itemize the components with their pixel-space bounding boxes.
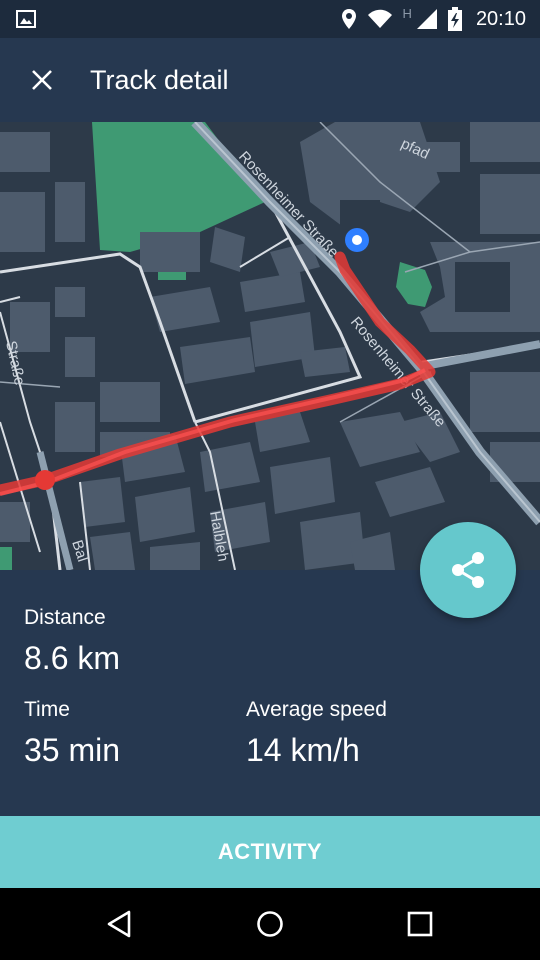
share-button[interactable] bbox=[420, 522, 516, 618]
time-value: 35 min bbox=[24, 732, 121, 768]
distance-stat: Distance 8.6 km bbox=[24, 606, 120, 677]
screen: H 20:10 Track detail Rosenheimer Straße … bbox=[0, 0, 540, 960]
nav-back-button[interactable] bbox=[98, 902, 142, 946]
activity-button[interactable]: ACTIVITY bbox=[0, 816, 540, 888]
status-bar: H 20:10 bbox=[0, 0, 540, 38]
distance-value: 8.6 km bbox=[24, 640, 121, 676]
home-icon bbox=[257, 911, 283, 937]
average-speed-value: 14 km/h bbox=[246, 732, 360, 768]
network-type-label: H bbox=[402, 5, 412, 21]
track-map[interactable]: Rosenheimer Straße Rosenheimer Straße St… bbox=[0, 122, 540, 570]
status-time: 20:10 bbox=[475, 7, 526, 30]
system-nav-bar bbox=[0, 888, 540, 960]
signal-icon bbox=[416, 9, 437, 29]
track-start-point bbox=[35, 470, 55, 490]
map-canvas[interactable]: Rosenheimer Straße Rosenheimer Straße St… bbox=[0, 122, 540, 570]
park-area bbox=[0, 547, 12, 570]
wifi-icon bbox=[367, 9, 392, 28]
close-button[interactable] bbox=[22, 60, 62, 100]
distance-label: Distance bbox=[24, 606, 106, 629]
app-toolbar: Track detail bbox=[0, 38, 540, 122]
nav-home-button[interactable] bbox=[248, 902, 292, 946]
average-speed-label: Average speed bbox=[246, 698, 387, 721]
location-icon bbox=[341, 9, 356, 29]
image-icon bbox=[16, 10, 36, 28]
time-label: Time bbox=[24, 698, 70, 721]
close-icon bbox=[32, 70, 52, 90]
time-stat: Time 35 min bbox=[24, 698, 120, 769]
back-icon bbox=[107, 910, 131, 938]
average-speed-stat: Average speed 14 km/h bbox=[246, 698, 387, 769]
page-title: Track detail bbox=[90, 65, 229, 95]
nav-recents-button[interactable] bbox=[398, 902, 442, 946]
recents-icon bbox=[407, 911, 433, 937]
battery-charging-icon bbox=[447, 7, 462, 31]
share-icon bbox=[452, 552, 484, 588]
